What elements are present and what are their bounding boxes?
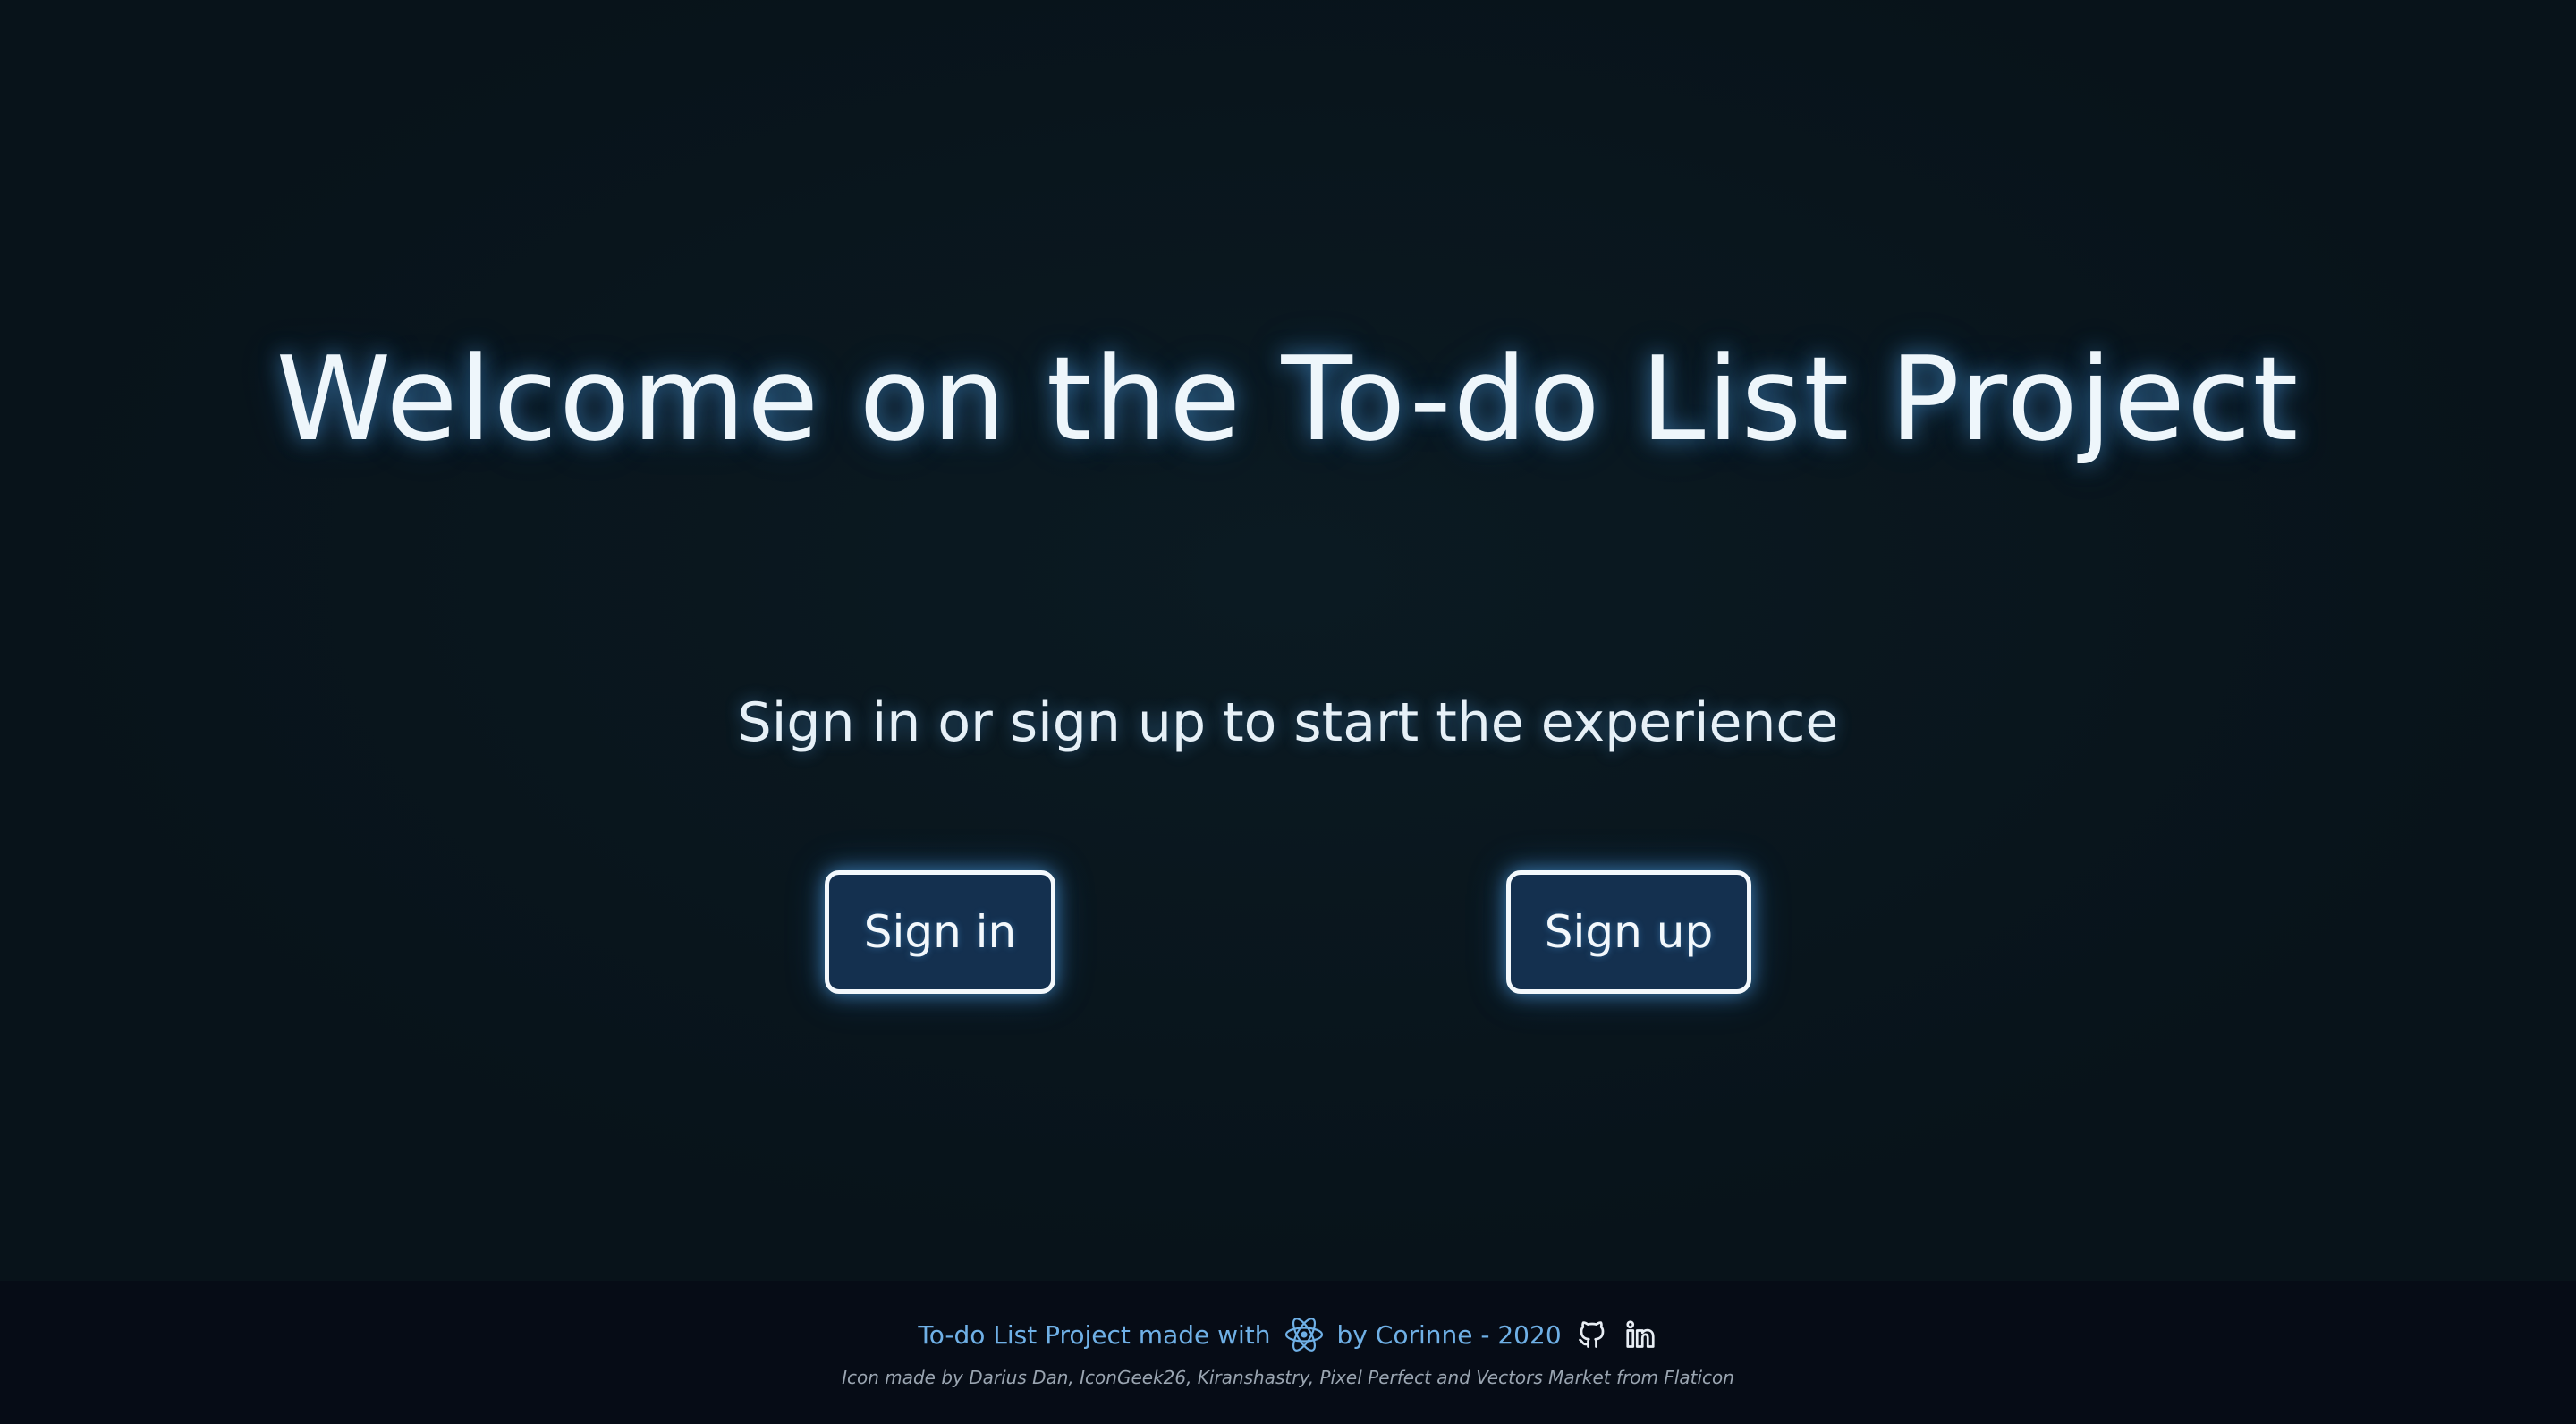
welcome-section: Welcome on the To-do List Project Sign i… xyxy=(0,0,2576,1281)
github-icon[interactable] xyxy=(1574,1317,1610,1352)
footer: To-do List Project made with by Corinne … xyxy=(0,1281,2576,1424)
sign-in-button[interactable]: Sign in xyxy=(825,870,1055,994)
page-title: Welcome on the To-do List Project xyxy=(275,331,2301,467)
footer-made-with-text: To-do List Project made with xyxy=(918,1319,1271,1350)
react-icon xyxy=(1284,1316,1325,1353)
sign-up-button[interactable]: Sign up xyxy=(1506,870,1751,994)
icon-attribution: Icon made by Darius Dan, IconGeek26, Kir… xyxy=(842,1367,1734,1388)
linkedin-icon[interactable] xyxy=(1623,1317,1658,1352)
page-subtitle: Sign in or sign up to start the experien… xyxy=(737,691,1839,754)
footer-credit: To-do List Project made with by Corinne … xyxy=(0,1315,2576,1354)
footer-author-text: by Corinne - 2020 xyxy=(1336,1319,1562,1350)
